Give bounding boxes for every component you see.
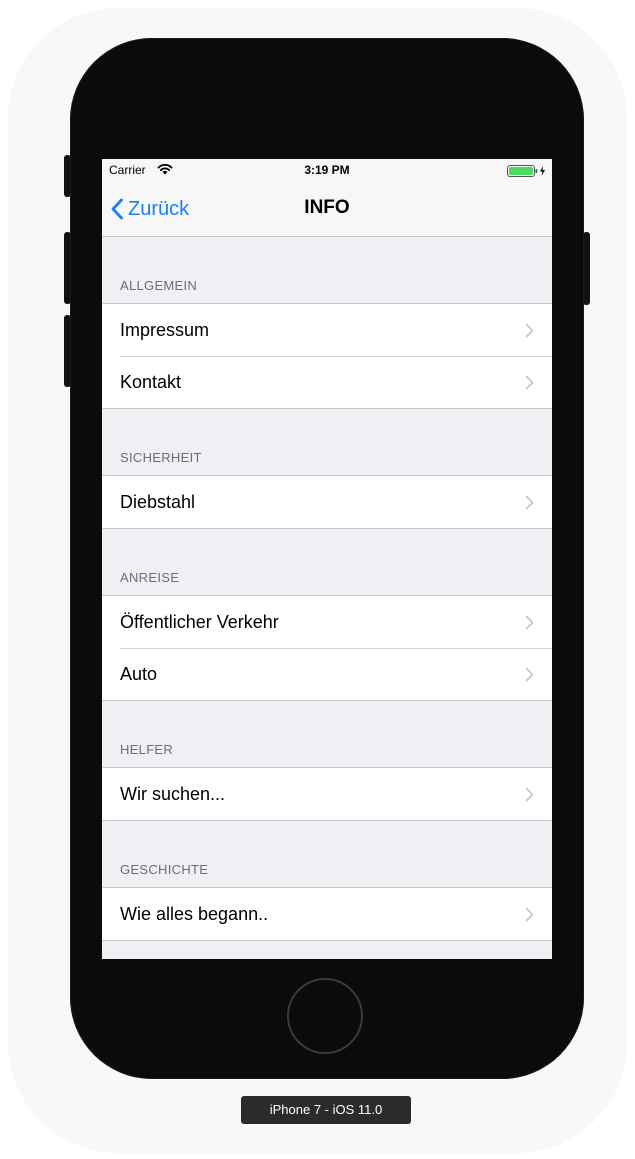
status-time: 3:19 PM (304, 163, 350, 177)
device-screen: Carrier 3:19 PM Zurück INFO ALLGEMEIN Im… (102, 159, 552, 959)
page-title: INFO (304, 197, 350, 218)
chevron-right-icon (525, 667, 534, 682)
section-helfer: Wir suchen... (102, 767, 552, 821)
chevron-right-icon (525, 375, 534, 390)
cell-impressum[interactable]: Impressum (102, 304, 552, 356)
cell-oeffentlicher-verkehr[interactable]: Öffentlicher Verkehr (102, 596, 552, 648)
section-header: GESCHICHTE (102, 821, 552, 887)
section-anreise: Öffentlicher Verkehr Auto (102, 595, 552, 701)
section-sicherheit: Diebstahl (102, 475, 552, 529)
section-header-label: GESCHICHTE (120, 862, 209, 877)
cell-wie-alles-begann[interactable]: Wie alles begann.. (102, 888, 552, 940)
section-header-label: ANREISE (120, 570, 180, 585)
cell-diebstahl[interactable]: Diebstahl (102, 476, 552, 528)
cell-auto[interactable]: Auto (102, 648, 552, 700)
cell-label: Öffentlicher Verkehr (120, 611, 279, 632)
cell-wir-suchen[interactable]: Wir suchen... (102, 768, 552, 820)
cell-label: Auto (120, 663, 158, 684)
section-header-label: ALLGEMEIN (120, 278, 198, 293)
chevron-right-icon (525, 615, 534, 630)
battery-charging-icon (507, 165, 545, 177)
status-bar: Carrier 3:19 PM (102, 159, 552, 181)
section-header: HELFER (102, 701, 552, 767)
section-header: ANREISE (102, 529, 552, 595)
chevron-right-icon (525, 787, 534, 802)
section-allgemein: Impressum Kontakt (102, 303, 552, 409)
cell-kontakt[interactable]: Kontakt (102, 356, 552, 408)
device-label: iPhone 7 - iOS 11.0 (241, 1096, 411, 1124)
cell-label: Kontakt (120, 371, 182, 392)
cell-label: Wir suchen... (120, 783, 226, 804)
cell-label: Wie alles begann.. (120, 903, 269, 924)
power-button[interactable] (583, 232, 590, 305)
cell-label: Diebstahl (120, 491, 196, 512)
chevron-right-icon (525, 907, 534, 922)
chevron-right-icon (525, 323, 534, 338)
chevron-right-icon (525, 495, 534, 510)
simulator-stage: Carrier 3:19 PM Zurück INFO ALLGEMEIN Im… (0, 0, 635, 1159)
section-header-label: HELFER (120, 742, 174, 757)
cell-label: Impressum (120, 319, 210, 340)
section-header: ALLGEMEIN (102, 237, 552, 303)
section-header-label: SICHERHEIT (120, 450, 202, 465)
home-button[interactable] (287, 978, 363, 1054)
section-geschichte: Wie alles begann.. (102, 887, 552, 941)
info-table: ALLGEMEIN Impressum Kontakt SICHERHEIT D… (102, 237, 552, 941)
navigation-bar: Zurück INFO (102, 181, 552, 237)
section-header: SICHERHEIT (102, 409, 552, 475)
